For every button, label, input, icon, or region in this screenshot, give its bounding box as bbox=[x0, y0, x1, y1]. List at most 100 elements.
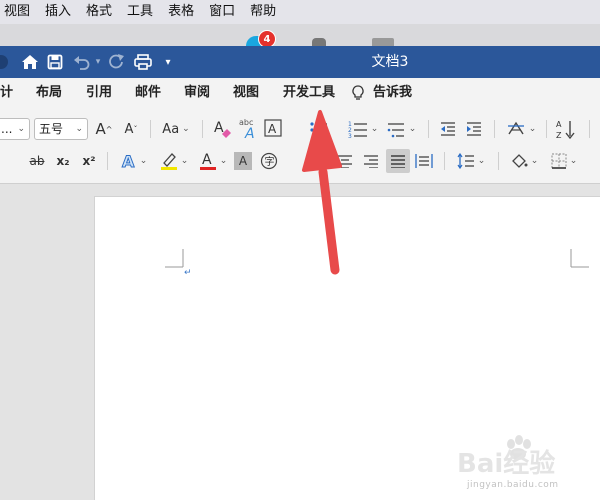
menu-table[interactable]: 表格 bbox=[159, 0, 200, 24]
svg-text:A: A bbox=[244, 126, 255, 140]
menu-tools[interactable]: 工具 bbox=[118, 0, 159, 24]
menu-view[interactable]: 视图 bbox=[0, 0, 36, 24]
justify-icon bbox=[391, 155, 405, 168]
tab-developer[interactable]: 开发工具 bbox=[283, 78, 335, 108]
character-shading-icon: A bbox=[238, 154, 248, 168]
highlight-color-button[interactable]: ⌄ bbox=[156, 150, 192, 172]
tab-view[interactable]: 视图 bbox=[233, 78, 259, 108]
chevron-down-icon: ⌄ bbox=[219, 156, 228, 166]
chevron-down-icon: ⌄ bbox=[477, 156, 486, 166]
divider bbox=[428, 120, 429, 138]
chevron-down-icon: ⌄ bbox=[75, 124, 83, 134]
menu-format[interactable]: 格式 bbox=[77, 0, 118, 24]
justify-button[interactable] bbox=[386, 149, 410, 173]
eraser-icon: A bbox=[214, 120, 231, 138]
watermark: Bai经验 jingyan.baidu.com bbox=[455, 432, 595, 494]
divider bbox=[498, 152, 499, 170]
numbered-list-icon: 123 bbox=[348, 121, 367, 138]
distributed-align-icon bbox=[415, 154, 433, 168]
caret-up-icon: ^ bbox=[105, 124, 113, 134]
divider bbox=[444, 152, 445, 170]
text-effects-icon: abcA bbox=[239, 118, 255, 140]
document-title: 文档3 bbox=[371, 54, 409, 70]
title-bar: ▾ ▾ 文档3 bbox=[0, 46, 600, 78]
bullet-list-icon bbox=[310, 122, 327, 132]
tab-references[interactable]: 引用 bbox=[86, 78, 112, 108]
divider bbox=[107, 152, 108, 170]
font-color-button[interactable]: A ⌄ bbox=[195, 150, 231, 172]
tab-mailings[interactable]: 邮件 bbox=[135, 78, 161, 108]
chevron-down-icon: ⌄ bbox=[370, 124, 379, 134]
svg-text:A: A bbox=[268, 122, 277, 136]
shading-button[interactable]: ⌄ bbox=[506, 150, 542, 172]
highlighter-icon bbox=[160, 153, 177, 170]
svg-text:Bai经验: Bai经验 bbox=[457, 448, 555, 479]
text-effects-dropdown[interactable]: A ⌄ bbox=[116, 150, 152, 172]
tab-design[interactable]: 计 bbox=[0, 78, 13, 108]
change-case-button[interactable]: Aa ⌄ bbox=[158, 118, 194, 140]
tab-review[interactable]: 审阅 bbox=[184, 78, 210, 108]
sort-button[interactable]: AZ bbox=[555, 117, 577, 141]
borders-icon bbox=[551, 153, 567, 169]
subscript-label: x₂ bbox=[56, 154, 70, 168]
align-right-button[interactable] bbox=[360, 150, 382, 172]
numbering-button[interactable]: 123 ⌄ bbox=[346, 118, 380, 140]
multilevel-list-button[interactable]: ⌄ bbox=[384, 118, 418, 140]
character-border-button[interactable]: A bbox=[264, 118, 282, 138]
shrink-font-button[interactable]: Aˇ bbox=[120, 118, 142, 140]
paragraph-mark: ↵ bbox=[184, 268, 192, 278]
borders-button[interactable]: ⌄ bbox=[546, 150, 582, 172]
strikethrough-label: ab bbox=[29, 154, 45, 168]
align-center-button[interactable] bbox=[334, 150, 356, 172]
chevron-down-icon: ⌄ bbox=[530, 156, 539, 166]
divider bbox=[589, 120, 590, 138]
chevron-down-icon: ⌄ bbox=[17, 124, 25, 134]
menu-insert[interactable]: 插入 bbox=[36, 0, 77, 24]
svg-text:A: A bbox=[202, 152, 212, 168]
tab-tell-me[interactable]: 告诉我 bbox=[373, 78, 412, 108]
asian-layout-icon bbox=[507, 121, 524, 135]
grow-font-button[interactable]: A ^ bbox=[93, 118, 115, 140]
character-shading-button[interactable]: A bbox=[234, 152, 252, 170]
line-spacing-button[interactable]: ⌄ bbox=[453, 150, 489, 172]
decrease-indent-button[interactable] bbox=[437, 118, 459, 140]
font-name-value: ... bbox=[1, 122, 13, 136]
subscript-button[interactable]: x₂ bbox=[52, 150, 74, 172]
align-left-icon bbox=[312, 155, 326, 165]
caret-down-icon: ˇ bbox=[133, 124, 138, 134]
tab-layout[interactable]: 布局 bbox=[36, 78, 62, 108]
increase-indent-button[interactable] bbox=[463, 118, 485, 140]
svg-text:A: A bbox=[122, 152, 135, 170]
shrink-font-icon: A bbox=[124, 121, 134, 137]
svg-text:字: 字 bbox=[265, 155, 275, 168]
chevron-down-icon: ⌄ bbox=[408, 124, 417, 134]
align-center-icon bbox=[338, 155, 352, 168]
superscript-button[interactable]: x² bbox=[78, 150, 100, 172]
align-left-button[interactable] bbox=[308, 150, 330, 172]
font-size-dropdown[interactable]: 五号 ⌄ bbox=[34, 118, 88, 140]
asian-layout-button[interactable]: ⌄ bbox=[503, 118, 539, 140]
clear-formatting-button[interactable]: A bbox=[211, 117, 233, 141]
svg-text:Z: Z bbox=[556, 131, 562, 140]
distributed-button[interactable] bbox=[413, 150, 435, 172]
font-size-value: 五号 bbox=[39, 122, 64, 136]
increase-indent-icon bbox=[467, 122, 481, 136]
menu-window[interactable]: 窗口 bbox=[200, 0, 241, 24]
dock-strip: 4 bbox=[0, 24, 600, 48]
ribbon-home: ... ⌄ 五号 ⌄ A^ Aˇ Aa⌄ A abcA A 123 ⌄ ⌄ bbox=[0, 108, 600, 184]
paint-bucket-icon bbox=[511, 154, 528, 168]
enclose-characters-button[interactable]: 字 bbox=[258, 150, 280, 172]
font-name-dropdown[interactable]: ... ⌄ bbox=[0, 118, 30, 140]
margin-corner-mark bbox=[570, 249, 589, 268]
chevron-down-icon: ⌄ bbox=[182, 124, 190, 134]
menu-help[interactable]: 帮助 bbox=[241, 0, 282, 24]
text-effects-button[interactable]: abc A bbox=[238, 115, 260, 141]
sort-icon: AZ bbox=[556, 120, 575, 140]
enclose-characters-icon: 字 bbox=[260, 152, 278, 170]
bullets-button[interactable] bbox=[308, 118, 334, 140]
divider bbox=[150, 120, 151, 138]
grow-font-icon: A bbox=[95, 120, 106, 138]
chevron-down-icon: ⌄ bbox=[528, 124, 537, 134]
svg-text:3: 3 bbox=[348, 133, 352, 138]
strikethrough-button[interactable]: ab bbox=[26, 150, 48, 172]
